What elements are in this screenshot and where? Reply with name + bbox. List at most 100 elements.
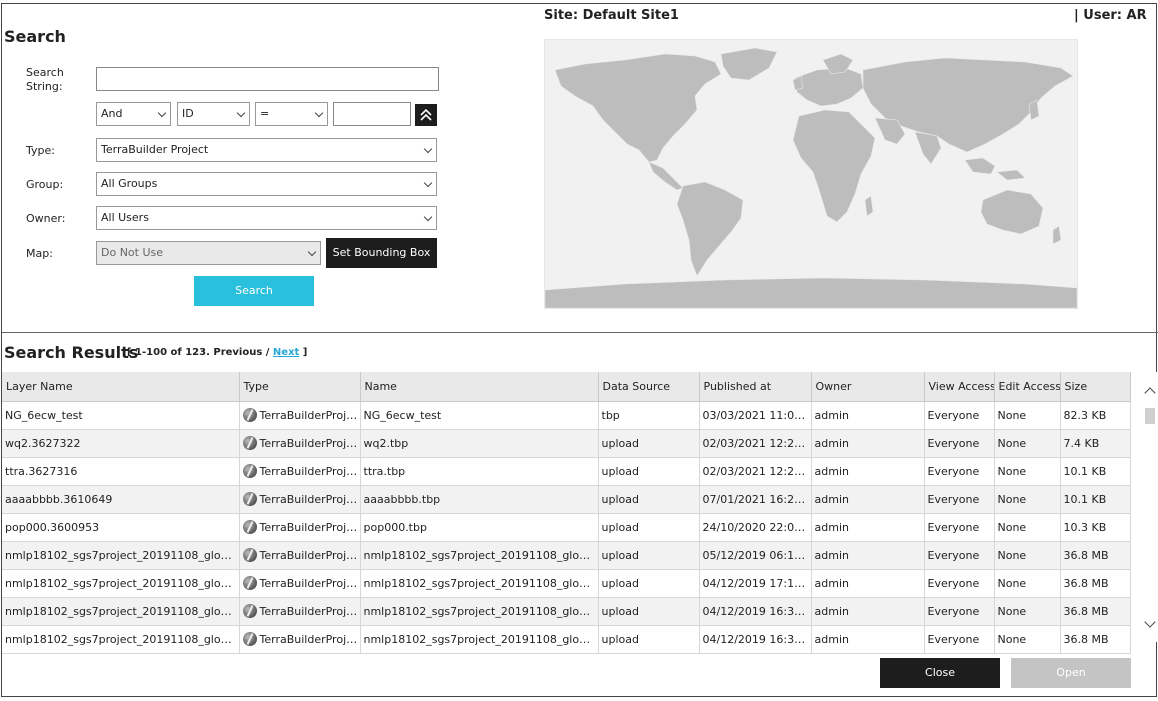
table-cell: nmlp18102_sgs7project_20191108_globe... [2, 541, 240, 570]
close-button[interactable]: Close [880, 658, 1000, 688]
search-button[interactable]: Search [194, 276, 314, 306]
table-cell: TerraBuilderProject [239, 597, 361, 626]
world-map-image [544, 47, 1078, 309]
type-select[interactable]: TerraBuilder Project [96, 138, 437, 162]
type-value: TerraBuilder Project [101, 143, 209, 156]
table-cell: nmlp18102_sgs7project_20191108_globe... [360, 625, 599, 654]
table-row[interactable]: pop000.3600953 TerraBuilderProject pop000.… [2, 513, 1131, 542]
open-button[interactable]: Open [1011, 658, 1131, 688]
type-text: TerraBuilderProject [259, 493, 360, 506]
set-bounding-box-button[interactable]: Set Bounding Box [326, 238, 437, 268]
table-cell: ttra.3627316 [2, 457, 240, 486]
table-row[interactable]: nmlp18102_sgs7project_20191108_globe... T… [2, 625, 1131, 654]
chevron-down-icon [157, 108, 167, 118]
column-header-published-at[interactable]: Published at [699, 372, 812, 402]
column-header-name[interactable]: Name [360, 372, 599, 402]
column-header-size[interactable]: Size [1060, 372, 1131, 402]
table-cell: TerraBuilderProject [239, 625, 361, 654]
table-cell: 02/03/2021 12:28:32 [699, 429, 812, 458]
field-select[interactable]: ID [177, 102, 250, 126]
table-cell: 10.1 KB [1060, 457, 1131, 486]
user-label: | User: AR [1074, 8, 1147, 23]
table-cell: admin [811, 569, 925, 598]
operator-select[interactable]: And [96, 102, 171, 126]
type-text: TerraBuilderProject [259, 633, 360, 646]
table-cell: admin [811, 429, 925, 458]
table-row[interactable]: nmlp18102_sgs7project_20191108_globe... T… [2, 597, 1131, 626]
table-cell: Everyone [924, 541, 995, 570]
section-divider [2, 332, 1158, 333]
owner-select[interactable]: All Users [96, 206, 437, 230]
table-cell: admin [811, 513, 925, 542]
type-text: TerraBuilderProject [259, 549, 360, 562]
table-row[interactable]: NG_6ecw_test TerraBuilderProject NG_6ecw_t… [2, 401, 1131, 430]
table-row[interactable]: nmlp18102_sgs7project_20191108_globe... T… [2, 541, 1131, 570]
chevron-down-icon [307, 247, 317, 257]
column-header-type[interactable]: Type [239, 372, 361, 402]
results-scrollbar[interactable] [1143, 372, 1157, 642]
table-cell: None [994, 485, 1061, 514]
column-header-view-access[interactable]: View Access [924, 372, 995, 402]
column-header-edit-access[interactable]: Edit Access [994, 372, 1061, 402]
comparison-value: = [260, 107, 270, 120]
criteria-input[interactable] [333, 102, 411, 126]
table-cell: Everyone [924, 625, 995, 654]
group-label: Group: [26, 178, 64, 191]
next-page-link[interactable]: Next [273, 347, 299, 358]
table-cell: tbp [598, 401, 700, 430]
column-header-layer-name[interactable]: Layer Name [2, 372, 240, 402]
table-cell: 24/10/2020 22:01:46 [699, 513, 812, 542]
table-cell: 04/12/2019 17:13:38 [699, 569, 812, 598]
table-cell: pop000.tbp [360, 513, 599, 542]
type-text: TerraBuilderProject [259, 409, 360, 422]
chevron-down-icon [236, 108, 246, 118]
search-string-label: Search String: [26, 66, 64, 93]
scroll-down-icon[interactable] [1144, 616, 1156, 628]
search-string-input[interactable] [96, 67, 439, 91]
column-header-data-source[interactable]: Data Source [598, 372, 700, 402]
type-text: TerraBuilderProject [259, 437, 360, 450]
type-label: Type: [26, 144, 55, 157]
search-dialog: Site: Default Site1 | User: AR Search Se… [1, 3, 1158, 697]
terrabuilder-project-icon [242, 436, 257, 450]
chevron-down-icon [423, 178, 433, 188]
table-cell: aaaabbbb.3610649 [2, 485, 240, 514]
table-cell: wq2.3627322 [2, 429, 240, 458]
table-row[interactable]: wq2.3627322 TerraBuilderProject wq2.tbp upl… [2, 429, 1131, 458]
type-text: TerraBuilderProject [259, 577, 360, 590]
table-row[interactable]: ttra.3627316 TerraBuilderProject ttra.tbp u… [2, 457, 1131, 486]
table-cell: nmlp18102_sgs7project_20191108_globe... [2, 625, 240, 654]
column-header-owner[interactable]: Owner [811, 372, 925, 402]
field-value: ID [182, 107, 194, 120]
table-header-row: Layer Name Type Name Data Source Publish… [2, 372, 1131, 402]
table-cell: 7.4 KB [1060, 429, 1131, 458]
table-cell: 82.3 KB [1060, 401, 1131, 430]
scroll-up-icon[interactable] [1144, 387, 1156, 399]
scrollbar-thumb[interactable] [1145, 408, 1155, 424]
collapse-advanced-button[interactable] [415, 104, 437, 126]
terrabuilder-project-icon [242, 604, 257, 618]
table-cell: TerraBuilderProject [239, 513, 361, 542]
table-cell: upload [598, 513, 700, 542]
table-cell: nmlp18102_sgs7project_20191108_globe... [2, 597, 240, 626]
table-row[interactable]: aaaabbbb.3610649 TerraBuilderProject aaaab… [2, 485, 1131, 514]
group-select[interactable]: All Groups [96, 172, 437, 196]
search-title: Search [4, 27, 66, 46]
table-cell: None [994, 457, 1061, 486]
terrabuilder-project-icon [242, 632, 257, 646]
table-cell: 36.8 MB [1060, 625, 1131, 654]
chevron-down-icon [314, 108, 324, 118]
map-select[interactable]: Do Not Use [96, 241, 321, 265]
table-cell: NG_6ecw_test [360, 401, 599, 430]
type-text: TerraBuilderProject [259, 605, 360, 618]
table-cell: Everyone [924, 429, 995, 458]
comparison-select[interactable]: = [255, 102, 328, 126]
group-value: All Groups [101, 177, 158, 190]
type-text: TerraBuilderProject [259, 465, 360, 478]
results-count-suffix: ] [299, 347, 308, 358]
table-row[interactable]: nmlp18102_sgs7project_20191108_globe... T… [2, 569, 1131, 598]
terrabuilder-project-icon [242, 464, 257, 478]
world-map[interactable] [544, 39, 1078, 309]
table-cell: 10.1 KB [1060, 485, 1131, 514]
table-cell: None [994, 597, 1061, 626]
